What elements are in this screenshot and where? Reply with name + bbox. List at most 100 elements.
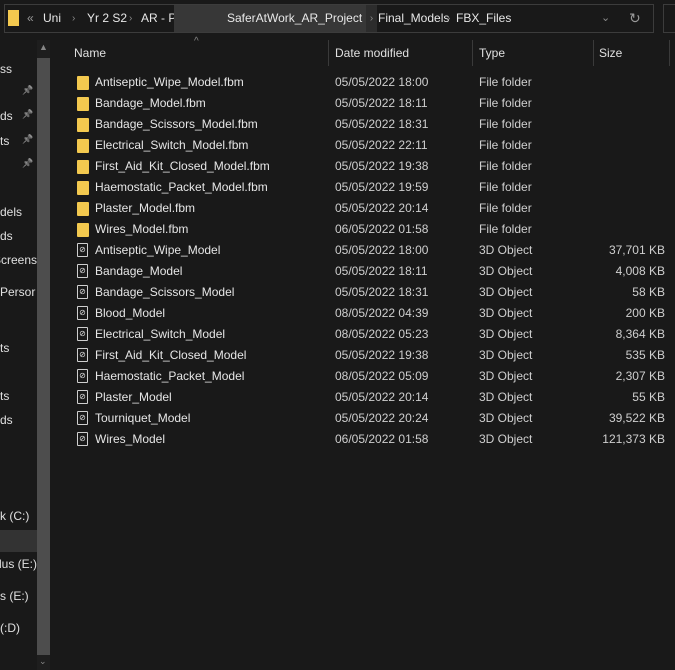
file-date: 05/05/2022 19:59 <box>335 180 429 194</box>
file-row[interactable]: ⊘ Blood_Model 08/05/2022 04:39 3D Object 200… <box>68 303 670 324</box>
overflow-crumbs[interactable]: « <box>27 5 34 32</box>
file-row[interactable]: Bandage_Scissors_Model.fbm 05/05/2022 18:… <box>68 114 670 135</box>
chevron-down-icon[interactable]: ⌄ <box>601 5 610 32</box>
sidebar-item[interactable]: ts <box>0 338 37 358</box>
scrollbar-track[interactable]: ▲ ⌄ <box>37 40 50 670</box>
file-type: File folder <box>479 117 532 131</box>
scroll-down-icon[interactable]: ⌄ <box>39 656 47 667</box>
file-type: 3D Object <box>479 264 533 278</box>
file-row[interactable]: First_Aid_Kit_Closed_Model.fbm 05/05/2022… <box>68 156 670 177</box>
folder-icon <box>77 160 89 174</box>
sidebar-item[interactable]: ss <box>0 59 37 79</box>
3d-object-icon: ⊘ <box>77 306 88 320</box>
sidebar-item[interactable]: (D:) <box>0 618 37 638</box>
scroll-up-icon[interactable]: ▲ <box>39 42 48 52</box>
column-header-size[interactable]: Size <box>599 40 622 66</box>
crumb-saferatwork[interactable]: SaferAtWork_AR_Project <box>227 5 362 32</box>
file-name: Bandage_Model <box>95 264 183 278</box>
file-size: 39,522 KB <box>608 411 665 425</box>
column-header-type[interactable]: Type <box>479 40 505 66</box>
file-row[interactable]: Electrical_Switch_Model.fbm 05/05/2022 22… <box>68 135 670 156</box>
crumb-fbx-files[interactable]: FBX_Files <box>456 5 511 32</box>
file-name: Antiseptic_Wipe_Model.fbm <box>95 75 244 89</box>
3d-object-icon: ⊘ <box>77 264 88 278</box>
file-row[interactable]: ⊘ Bandage_Model 05/05/2022 18:11 3D Object 4… <box>68 261 670 282</box>
sidebar-item[interactable]: k (C:) <box>0 506 37 526</box>
chevron-right-icon[interactable]: › <box>366 5 377 32</box>
file-row[interactable]: Wires_Model.fbm 06/05/2022 01:58 File fold… <box>68 219 670 240</box>
chevron-right-icon[interactable]: › <box>72 5 75 32</box>
file-name: Bandage_Scissors_Model.fbm <box>95 117 258 131</box>
chevron-right-icon[interactable]: › <box>447 5 450 32</box>
file-type: 3D Object <box>479 306 533 320</box>
file-name: Wires_Model <box>95 432 166 446</box>
file-type: File folder <box>479 201 532 215</box>
file-type: 3D Object <box>479 327 533 341</box>
file-type: File folder <box>479 222 532 236</box>
sidebar-item[interactable]: dels <box>0 202 37 222</box>
file-row[interactable]: Bandage_Model.fbm 05/05/2022 18:11 File fo… <box>68 93 670 114</box>
pin-icon: 📌 <box>22 85 34 95</box>
file-size: 4,008 KB <box>615 264 665 278</box>
file-date: 08/05/2022 04:39 <box>335 306 429 320</box>
file-row[interactable]: Plaster_Model.fbm 05/05/2022 20:14 File fo… <box>68 198 670 219</box>
file-row[interactable]: ⊘ Electrical_Switch_Model 08/05/2022 05:23… <box>68 324 670 345</box>
file-name: Haemostatic_Packet_Model <box>95 369 245 383</box>
file-name: Tourniquet_Model <box>95 411 191 425</box>
file-date: 05/05/2022 19:38 <box>335 159 429 173</box>
3d-object-icon: ⊘ <box>77 327 88 341</box>
file-row[interactable]: Antiseptic_Wipe_Model.fbm 05/05/2022 18:0… <box>68 72 670 93</box>
column-header-name[interactable]: Name <box>74 40 106 66</box>
scrollbar-thumb[interactable] <box>37 58 50 655</box>
file-row[interactable]: ⊘ Haemostatic_Packet_Model 08/05/2022 05:0… <box>68 366 670 387</box>
file-type: File folder <box>479 96 532 110</box>
sidebar-item[interactable]: ds <box>0 226 37 246</box>
crumb-yr2s2[interactable]: Yr 2 S2 <box>87 5 127 32</box>
file-size: 121,373 KB <box>602 432 665 446</box>
column-header-date[interactable]: Date modified <box>335 40 409 66</box>
file-name: First_Aid_Kit_Closed_Model <box>95 348 247 362</box>
file-type: 3D Object <box>479 243 533 257</box>
file-type: 3D Object <box>479 285 533 299</box>
refresh-icon[interactable]: ↻ <box>629 5 641 32</box>
crumb-uni[interactable]: Uni <box>43 5 61 32</box>
crumb-final-models[interactable]: Final_Models <box>378 5 449 32</box>
folder-icon <box>77 223 89 237</box>
sidebar-item[interactable]: ts <box>0 386 37 406</box>
file-name: Haemostatic_Packet_Model.fbm <box>95 180 268 194</box>
address-bar[interactable]: « Uni › Yr 2 S2 › AR - Project SaferAtWo… <box>4 4 654 33</box>
sidebar-item[interactable]: s (E:) <box>0 586 37 606</box>
3d-object-icon: ⊘ <box>77 285 88 299</box>
sidebar-item[interactable]: Persor <box>0 282 37 302</box>
file-size: 200 KB <box>625 306 665 320</box>
file-date: 08/05/2022 05:23 <box>335 327 429 341</box>
file-row[interactable]: ⊘ First_Aid_Kit_Closed_Model 05/05/2022 19… <box>68 345 670 366</box>
folder-icon <box>77 76 89 90</box>
file-row[interactable]: ⊘ Tourniquet_Model 05/05/2022 20:24 3D Obje… <box>68 408 670 429</box>
sidebar-item[interactable]: ds <box>0 410 37 430</box>
file-type: File folder <box>479 180 532 194</box>
file-row[interactable]: ⊘ Antiseptic_Wipe_Model 05/05/2022 18:00 3D… <box>68 240 670 261</box>
folder-icon <box>77 181 89 195</box>
file-type: 3D Object <box>479 348 533 362</box>
pin-icon: 📌 <box>22 109 34 119</box>
file-date: 05/05/2022 20:14 <box>335 390 429 404</box>
chevron-right-icon[interactable]: › <box>129 5 132 32</box>
file-date: 05/05/2022 22:11 <box>335 138 428 152</box>
sidebar-item[interactable]: Screens <box>0 250 37 270</box>
file-row[interactable]: ⊘ Plaster_Model 05/05/2022 20:14 3D Object 5… <box>68 387 670 408</box>
3d-object-icon: ⊘ <box>77 243 88 257</box>
file-size: 37,701 KB <box>608 243 665 257</box>
file-date: 06/05/2022 01:58 <box>335 222 429 236</box>
file-type: 3D Object <box>479 432 533 446</box>
file-row[interactable]: Haemostatic_Packet_Model.fbm 05/05/2022 1… <box>68 177 670 198</box>
file-name: Bandage_Scissors_Model <box>95 285 235 299</box>
file-name: Bandage_Model.fbm <box>95 96 206 110</box>
sidebar-item[interactable]: lus (E:) <box>0 554 37 574</box>
file-type: 3D Object <box>479 390 533 404</box>
file-date: 05/05/2022 18:11 <box>335 96 428 110</box>
file-date: 05/05/2022 18:31 <box>335 285 429 299</box>
file-row[interactable]: ⊘ Wires_Model 06/05/2022 01:58 3D Object 121… <box>68 429 670 450</box>
search-box[interactable] <box>663 4 675 33</box>
file-row[interactable]: ⊘ Bandage_Scissors_Model 05/05/2022 18:31 3… <box>68 282 670 303</box>
